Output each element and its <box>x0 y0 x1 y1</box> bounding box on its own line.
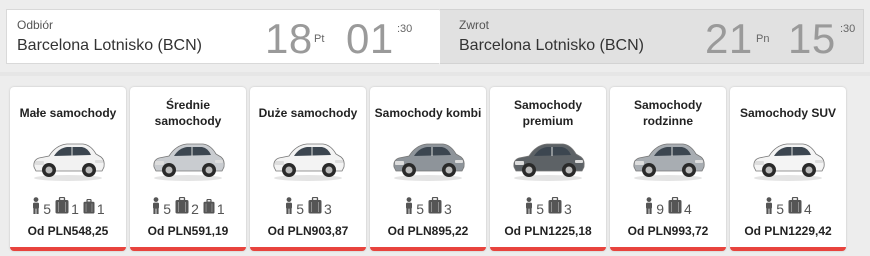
pickup-location: Barcelona Lotnisko (BCN) <box>17 37 202 54</box>
large-luggage-icon <box>428 197 442 217</box>
passenger-count: 5 <box>776 201 784 217</box>
return-weekday: Pn <box>756 33 770 45</box>
small-luggage-count: 1 <box>216 201 225 217</box>
large-luggage-spec: 2 <box>175 197 199 217</box>
category-price: Od PLN993,72 <box>627 224 709 238</box>
car-category-card[interactable]: Samochody rodzinne 94 Od PLN993,72 <box>610 87 726 251</box>
passenger-spec: 5 <box>404 197 424 217</box>
passenger-spec: 5 <box>31 197 51 217</box>
capacity-specs: 53 <box>370 197 486 217</box>
large-luggage-spec: 3 <box>548 197 572 217</box>
large-luggage-count: 4 <box>804 201 812 217</box>
car-category-card[interactable]: Samochody kombi 53 Od PLN895,22 <box>370 87 486 251</box>
large-luggage-count: 3 <box>444 201 452 217</box>
category-title: Samochody rodzinne <box>633 98 702 128</box>
car-image <box>749 133 827 188</box>
large-luggage-count: 3 <box>564 201 572 217</box>
passenger-count: 5 <box>296 201 304 217</box>
passenger-icon <box>31 197 41 217</box>
car-category-card[interactable]: Średnie samochody 5 2 1 Od PLN591,19 <box>130 87 246 251</box>
passenger-spec: 9 <box>644 197 664 217</box>
return-label: Zwrot <box>459 18 489 32</box>
passenger-spec: 5 <box>151 197 171 217</box>
return-minutes: :30 <box>840 23 856 35</box>
passenger-spec: 5 <box>764 197 784 217</box>
category-price: Od PLN895,22 <box>387 224 469 238</box>
car-image <box>389 133 467 188</box>
pickup-segment[interactable]: Odbiór Barcelona Lotnisko (BCN) 18 Pt 01… <box>6 9 451 65</box>
capacity-specs: 5 1 1 <box>10 197 126 217</box>
pickup-weekday: Pt <box>314 33 325 45</box>
category-price: Od PLN903,87 <box>267 224 349 238</box>
passenger-spec: 5 <box>524 197 544 217</box>
divider-strip <box>0 72 870 76</box>
booking-summary: Odbiór Barcelona Lotnisko (BCN) 18 Pt 01… <box>6 9 864 65</box>
passenger-count: 9 <box>656 201 664 217</box>
car-category-card[interactable]: Małe samochody 5 1 1 Od PLN548,25 <box>10 87 126 251</box>
return-location: Barcelona Lotnisko (BCN) <box>459 37 644 54</box>
car-category-card[interactable]: Duże samochody 53 Od PLN903,87 <box>250 87 366 251</box>
return-day: 21 <box>705 15 753 62</box>
passenger-icon <box>764 197 774 217</box>
passenger-icon <box>404 197 414 217</box>
small-luggage-spec: 1 <box>203 199 225 217</box>
large-luggage-count: 1 <box>71 201 79 217</box>
category-price: Od PLN591,19 <box>147 224 229 238</box>
category-title: Samochody SUV <box>739 106 837 120</box>
passenger-spec: 5 <box>284 197 304 217</box>
large-luggage-count: 2 <box>191 201 199 217</box>
small-luggage-spec: 1 <box>83 199 105 217</box>
large-luggage-icon <box>788 197 802 217</box>
large-luggage-spec: 4 <box>668 197 692 217</box>
large-luggage-spec: 3 <box>308 197 332 217</box>
pickup-day: 18 <box>265 15 313 62</box>
car-image <box>629 133 707 188</box>
passenger-icon <box>644 197 654 217</box>
small-luggage-count: 1 <box>96 201 105 217</box>
category-title: Duże samochody <box>258 106 358 120</box>
small-luggage-icon <box>83 199 95 217</box>
category-title: Samochody premium <box>513 98 582 128</box>
capacity-specs: 53 <box>250 197 366 217</box>
large-luggage-icon <box>668 197 682 217</box>
category-price: Od PLN1225,18 <box>504 224 592 238</box>
passenger-count: 5 <box>536 201 544 217</box>
capacity-specs: 54 <box>730 197 846 217</box>
category-price: Od PLN548,25 <box>27 224 109 238</box>
passenger-count: 5 <box>416 201 424 217</box>
car-category-card[interactable]: Samochody SUV 54 Od PLN1229,42 <box>730 87 846 251</box>
small-luggage-icon <box>203 199 215 217</box>
large-luggage-icon <box>308 197 322 217</box>
passenger-icon <box>284 197 294 217</box>
passenger-icon <box>151 197 161 217</box>
large-luggage-icon <box>175 197 189 217</box>
large-luggage-icon <box>548 197 562 217</box>
return-hour: 15 <box>788 15 836 62</box>
passenger-count: 5 <box>163 201 172 217</box>
car-category-card[interactable]: Samochody premium 53 Od PLN1225,18 <box>490 87 606 251</box>
car-image <box>149 133 227 188</box>
passenger-count: 5 <box>43 201 52 217</box>
pickup-minutes: :30 <box>397 23 413 35</box>
car-image <box>29 133 107 188</box>
car-image <box>269 133 347 188</box>
capacity-specs: 5 2 1 <box>130 197 246 217</box>
pickup-hour: 01 <box>346 15 394 62</box>
pickup-label: Odbiór <box>17 18 54 32</box>
passenger-icon <box>524 197 534 217</box>
category-title: Samochody kombi <box>374 106 482 120</box>
large-luggage-count: 3 <box>324 201 332 217</box>
car-image <box>509 133 587 188</box>
large-luggage-count: 4 <box>684 201 692 217</box>
large-luggage-spec: 1 <box>55 197 79 217</box>
large-luggage-spec: 4 <box>788 197 812 217</box>
capacity-specs: 94 <box>610 197 726 217</box>
capacity-specs: 53 <box>490 197 606 217</box>
large-luggage-spec: 3 <box>428 197 452 217</box>
large-luggage-icon <box>55 197 69 217</box>
category-title: Małe samochody <box>19 106 117 120</box>
category-title: Średnie samochody <box>154 98 222 128</box>
category-price: Od PLN1229,42 <box>744 224 832 238</box>
return-segment[interactable]: Zwrot Barcelona Lotnisko (BCN) 21 Pn 15 … <box>440 9 864 64</box>
